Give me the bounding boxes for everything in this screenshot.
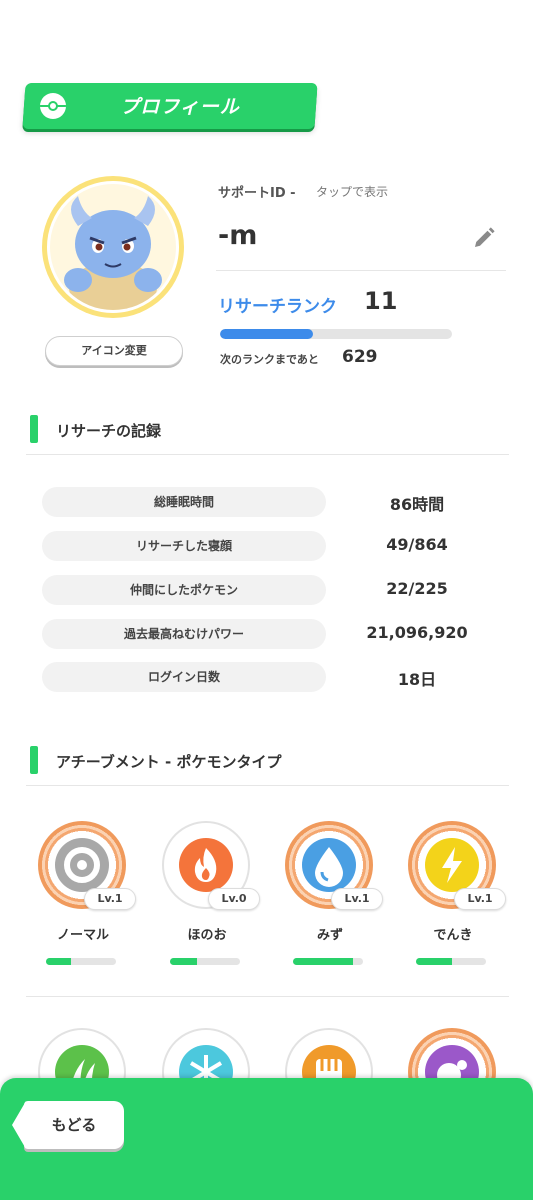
- badge-level: Lv.0: [208, 888, 260, 910]
- record-value: 49/864: [386, 535, 448, 554]
- achievements-section-title: アチーブメント - ポケモンタイプ: [56, 753, 282, 771]
- record-label: 総睡眠時間: [42, 487, 326, 517]
- badge-type-name: ノーマル: [56, 928, 109, 943]
- icon-change-button[interactable]: アイコン変更: [45, 336, 183, 366]
- record-label: 過去最高ねむけパワー: [42, 619, 326, 649]
- back-button[interactable]: もどる: [12, 1101, 124, 1149]
- achievements-section-divider: [26, 785, 509, 786]
- record-row: 総睡眠時間 86時間: [42, 487, 472, 517]
- badge-progress-fill: [416, 958, 453, 965]
- wartortle-avatar-image: [47, 181, 179, 313]
- records-section-divider: [26, 454, 509, 455]
- record-row: 過去最高ねむけパワー 21,096,920: [42, 619, 472, 649]
- badge-progress-bar: [46, 958, 116, 965]
- support-id-reveal[interactable]: タップで表示: [316, 183, 388, 200]
- record-value: 22/225: [386, 579, 448, 598]
- badge-progress-fill: [293, 958, 353, 965]
- rank-progress-fill: [220, 329, 313, 339]
- records-section-title: リサーチの記録: [56, 422, 162, 440]
- records-section-marker: [30, 415, 38, 443]
- badge-progress-bar: [416, 958, 486, 965]
- record-row: リサーチした寝顔 49/864: [42, 531, 472, 561]
- record-label: リサーチした寝顔: [42, 531, 326, 561]
- record-value: 18日: [397, 670, 437, 689]
- achievements-section-marker: [30, 746, 38, 774]
- fire-type-icon: [179, 838, 233, 892]
- next-rank-value: 629: [342, 347, 378, 367]
- badge-progress-fill: [170, 958, 197, 965]
- avatar[interactable]: [42, 176, 184, 318]
- badge-level: Lv.1: [454, 888, 506, 910]
- back-button-label: もどる: [51, 1116, 97, 1134]
- badge-level: Lv.1: [84, 888, 136, 910]
- record-row: 仲間にしたポケモン 22/225: [42, 575, 472, 605]
- next-rank-label: 次のランクまであと: [220, 353, 319, 366]
- badge-type-name: でんき: [433, 928, 473, 943]
- record-row: ログイン日数 18日: [42, 662, 472, 692]
- research-rank-label: リサーチランク: [218, 297, 337, 317]
- rank-progress-bar: [220, 329, 452, 339]
- edit-name-pencil-icon[interactable]: [472, 226, 496, 250]
- support-id-label: サポートID -: [218, 186, 296, 201]
- research-rank-value: 11: [364, 287, 398, 315]
- pokeball-icon: [40, 93, 66, 119]
- record-value: 21,096,920: [366, 623, 468, 642]
- record-value: 86時間: [389, 495, 445, 514]
- badge-level: Lv.1: [331, 888, 383, 910]
- water-type-icon: [302, 838, 356, 892]
- badge-progress-bar: [170, 958, 240, 965]
- normal-type-icon: [55, 838, 109, 892]
- badge-progress-fill: [46, 958, 71, 965]
- profile-divider: [216, 270, 506, 271]
- record-label: 仲間にしたポケモン: [42, 575, 326, 605]
- badge-type-name: ほのお: [187, 928, 227, 943]
- record-label: ログイン日数: [42, 662, 326, 692]
- electric-type-icon: [425, 838, 479, 892]
- username: -m: [218, 220, 258, 251]
- badge-row-divider: [26, 996, 509, 997]
- badge-type-name: みず: [316, 928, 343, 943]
- badge-progress-bar: [293, 958, 363, 965]
- page-title: プロフィール: [120, 96, 240, 118]
